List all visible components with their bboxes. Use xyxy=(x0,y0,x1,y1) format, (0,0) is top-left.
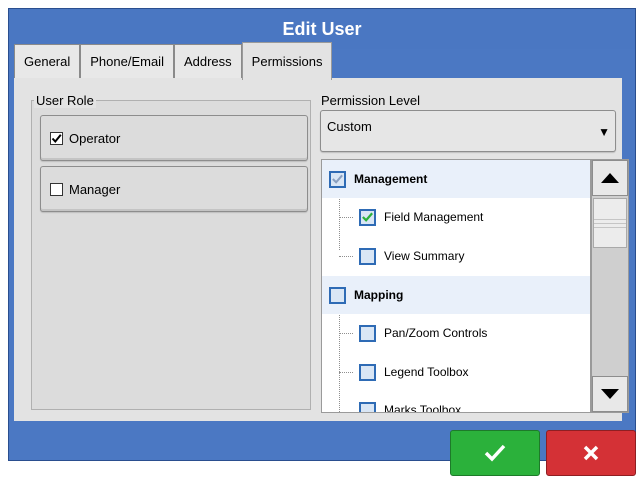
checkmark-icon xyxy=(362,212,373,222)
tree-label-view-summary: View Summary xyxy=(384,249,465,263)
tree-label-legend-toolbox: Legend Toolbox xyxy=(384,365,469,379)
x-icon xyxy=(583,445,599,461)
tree-label-management: Management xyxy=(354,172,428,186)
edit-user-dialog: Edit User General Phone/Email Address Pe… xyxy=(0,0,640,487)
tree-item-pan-zoom-controls[interactable]: Pan/Zoom Controls xyxy=(322,314,590,352)
role-manager-button[interactable]: Manager xyxy=(40,166,308,212)
triangle-down-icon xyxy=(601,389,619,399)
tab-bar: General Phone/Email Address Permissions xyxy=(14,42,333,80)
tree-label-mapping: Mapping xyxy=(354,288,404,302)
user-role-label: User Role xyxy=(34,93,96,108)
legend-toolbox-checkbox[interactable] xyxy=(359,363,376,381)
tree-item-view-summary[interactable]: View Summary xyxy=(322,237,590,275)
view-summary-checkbox[interactable] xyxy=(359,247,376,265)
triangle-up-icon xyxy=(601,173,619,183)
permission-level-value: Custom xyxy=(327,119,372,134)
tree-label-field-management: Field Management xyxy=(384,210,484,224)
checkmark-icon xyxy=(332,174,343,184)
tab-permissions[interactable]: Permissions xyxy=(241,42,333,80)
permissions-tree[interactable]: Management Field Management View Summary… xyxy=(321,159,591,413)
tree-item-field-management[interactable]: Field Management xyxy=(322,198,590,236)
scroll-thumb[interactable] xyxy=(593,198,627,248)
tab-general[interactable]: General xyxy=(14,44,81,78)
manager-label: Manager xyxy=(69,181,121,197)
manager-checkbox[interactable] xyxy=(50,182,63,196)
tab-address[interactable]: Address xyxy=(173,44,242,78)
marks-toolbox-checkbox[interactable] xyxy=(359,401,376,412)
checkmark-icon xyxy=(484,444,506,462)
field-management-checkbox[interactable] xyxy=(359,208,376,226)
cancel-button[interactable] xyxy=(546,430,636,476)
operator-checkbox[interactable] xyxy=(50,131,63,145)
scroll-down-button[interactable] xyxy=(592,376,628,412)
scroll-up-button[interactable] xyxy=(592,160,628,196)
mapping-checkbox[interactable] xyxy=(329,286,346,304)
management-checkbox[interactable] xyxy=(329,170,346,188)
tree-group-management[interactable]: Management xyxy=(322,160,590,198)
ok-button[interactable] xyxy=(450,430,540,476)
role-operator-button[interactable]: Operator xyxy=(40,115,308,161)
permissions-panel: User Role Operator Manager Permission Le… xyxy=(14,78,629,421)
tree-label-pan-zoom: Pan/Zoom Controls xyxy=(384,326,488,340)
checkmark-icon xyxy=(51,133,62,143)
tree-item-marks-toolbox[interactable]: Marks Toolbox xyxy=(322,391,590,413)
pan-zoom-checkbox[interactable] xyxy=(359,324,376,342)
operator-label: Operator xyxy=(69,130,121,146)
permission-level-dropdown[interactable]: Custom ▼ xyxy=(320,110,616,152)
tree-group-mapping[interactable]: Mapping xyxy=(322,276,590,314)
tree-item-legend-toolbox[interactable]: Legend Toolbox xyxy=(322,353,590,391)
tab-phone-email[interactable]: Phone/Email xyxy=(80,44,174,78)
dropdown-arrow-icon: ▼ xyxy=(598,125,610,139)
permission-level-label: Permission Level xyxy=(319,93,422,108)
tree-scrollbar[interactable] xyxy=(591,159,629,413)
tree-label-marks-toolbox: Marks Toolbox xyxy=(384,403,462,413)
